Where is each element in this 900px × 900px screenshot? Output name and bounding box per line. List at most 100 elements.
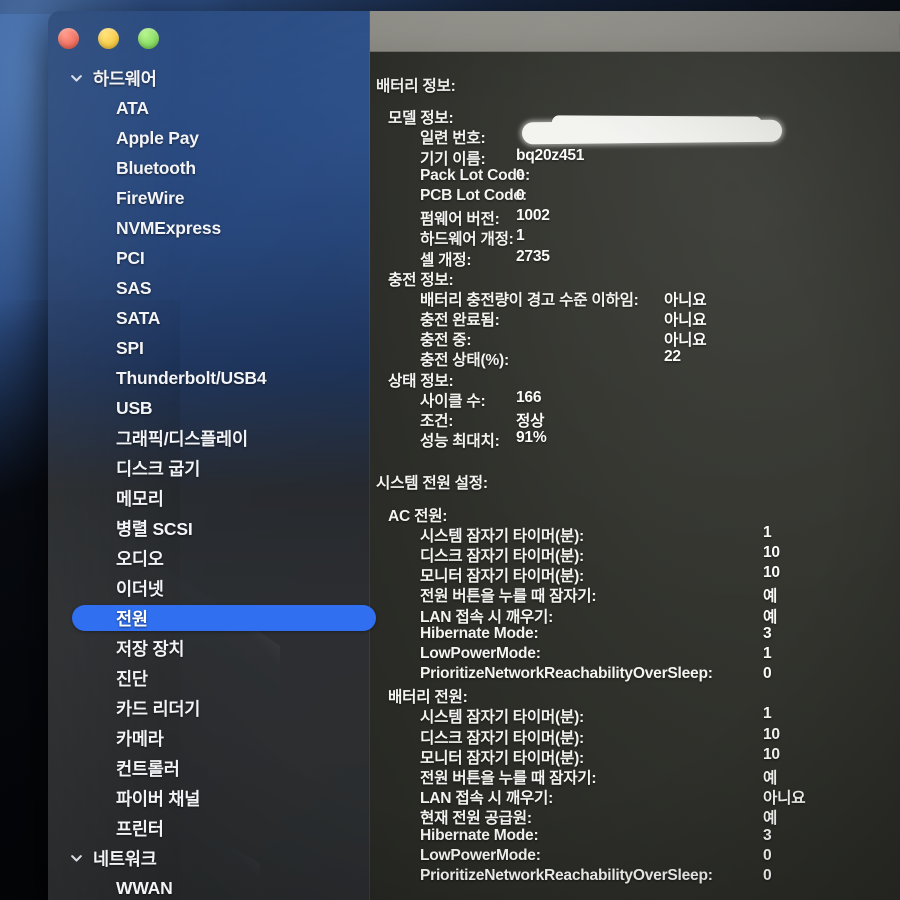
info-label: LowPowerMode: (420, 846, 541, 864)
close-button[interactable] (58, 28, 79, 49)
sidebar-item-label: USB (116, 397, 153, 418)
sidebar-item-메모리[interactable]: 메모리 (48, 483, 370, 513)
sidebar-item-bluetooth[interactable]: Bluetooth (48, 153, 370, 183)
info-row: 조건: 정상 (370, 409, 900, 430)
sidebar-item-label: SPI (116, 337, 144, 358)
info-row: 전원 버튼을 누를 때 잠자기: 예 (370, 584, 900, 606)
sidebar-item-label: ATA (116, 97, 149, 118)
info-value: 아니요 (664, 291, 707, 309)
sidebar-item-pci[interactable]: PCI (48, 243, 370, 273)
report-content: 배터리 정보: 모델 정보: 일련 번호: 기기 이름: bq20z451 Pack Lo… (370, 52, 900, 900)
sidebar-item-apple-pay[interactable]: Apple Pay (48, 123, 370, 153)
section-heading: 시스템 전원 설정: (376, 475, 488, 493)
info-row: LowPowerMode: 0 (370, 847, 900, 867)
chevron-down-icon[interactable] (70, 852, 83, 865)
sidebar-item-firewire[interactable]: FireWire (48, 183, 370, 213)
sidebar-item-label: 프린터 (116, 818, 164, 839)
info-label: 조건: (420, 413, 454, 430)
info-label: Hibernate Mode: (420, 826, 539, 844)
sidebar-item-label: 전원 (116, 608, 148, 629)
minimize-button[interactable] (98, 28, 119, 49)
info-value: 0 (516, 166, 525, 184)
info-label: 모니터 잠자기 타이머(분): (420, 568, 584, 586)
sidebar-item-label: 진단 (116, 668, 148, 689)
info-value: 22 (664, 348, 681, 366)
info-row: 셀 개정: 2735 (370, 248, 900, 269)
info-value: 1 (763, 523, 772, 541)
sidebar-item-오디오[interactable]: 오디오 (48, 543, 370, 573)
sidebar-item-카드-리더기[interactable]: 카드 리더기 (48, 693, 370, 723)
sidebar-item-spi[interactable]: SPI (48, 333, 370, 363)
info-value: 10 (763, 543, 780, 561)
info-label: 일련 번호: (420, 130, 486, 148)
sidebar-item-sas[interactable]: SAS (48, 273, 370, 303)
info-value: 0 (763, 846, 772, 864)
sidebar-item-usb[interactable]: USB (48, 393, 370, 423)
info-row: Pack Lot Code: 0 (370, 167, 900, 187)
info-value: 0 (516, 186, 525, 204)
info-row: 시스템 잠자기 타이머(분): 1 (370, 705, 900, 727)
sidebar-item-그래픽-디스플레이[interactable]: 그래픽/디스플레이 (48, 423, 370, 453)
info-row: LAN 접속 시 깨우기: 아니요 (370, 786, 900, 808)
info-value: 예 (763, 810, 778, 828)
sidebar-item-저장-장치[interactable]: 저장 장치 (48, 633, 370, 663)
sidebar-item-카메라[interactable]: 카메라 (48, 723, 370, 753)
info-row: 모니터 잠자기 타이머(분): 10 (370, 745, 900, 767)
info-row: LowPowerMode: 1 (370, 645, 900, 665)
sidebar-item-컨트롤러[interactable]: 컨트롤러 (48, 753, 370, 783)
health-info-heading: 상태 정보: (370, 369, 900, 390)
sidebar-item-wwan[interactable]: WWAN (48, 873, 370, 900)
info-value: 예 (763, 770, 778, 787)
sidebar-item-전원[interactable]: 전원 (48, 603, 376, 633)
charge-info-heading: 충전 정보: (370, 268, 900, 289)
sidebar-group-1[interactable]: 하드웨어 (48, 63, 370, 93)
sidebar-item-파이버-채널[interactable]: 파이버 채널 (48, 783, 370, 813)
sidebar-group-2[interactable]: 네트워크 (48, 843, 370, 873)
info-value: 예 (763, 608, 778, 626)
info-label: Pack Lot Code: (420, 166, 531, 184)
sidebar-item-sata[interactable]: SATA (48, 303, 370, 333)
sidebar-item-label: 컨트롤러 (116, 758, 180, 779)
info-row: LAN 접속 시 깨우기: 예 (370, 605, 900, 626)
sidebar-item-label: FireWire (116, 187, 185, 208)
info-row: 디스크 잠자기 타이머(분): 10 (370, 543, 900, 565)
info-value: 1 (763, 644, 772, 662)
section-heading: 배터리 정보: (376, 78, 456, 95)
sidebar-item-nvmexpress[interactable]: NVMExpress (48, 213, 370, 243)
info-value: 91% (516, 429, 547, 447)
system-information-window: 하드웨어 ATA Apple Pay Bluetooth FireWire NVMExpr… (48, 11, 900, 900)
maximize-button[interactable] (138, 28, 159, 49)
sidebar-item-진단[interactable]: 진단 (48, 663, 370, 693)
info-label: LAN 접속 시 깨우기: (420, 790, 554, 808)
info-value: 0 (763, 665, 772, 683)
sidebar-item-프린터[interactable]: 프린터 (48, 813, 370, 843)
info-row: Hibernate Mode: 3 (370, 625, 900, 645)
sidebar-group-label: 하드웨어 (93, 68, 157, 89)
sidebar-item-디스크-굽기[interactable]: 디스크 굽기 (48, 453, 370, 483)
sidebar-item-label: SATA (116, 307, 161, 328)
sidebar-item-병렬-scsi[interactable]: 병렬 SCSI (48, 513, 370, 543)
sidebar-item-label: 병렬 SCSI (116, 518, 193, 539)
info-row: 성능 최대치: 91% (370, 429, 900, 450)
sidebar-item-label: PCI (116, 247, 145, 268)
info-label: 전원 버튼을 누를 때 잠자기: (420, 770, 597, 787)
sidebar-tree: 하드웨어 ATA Apple Pay Bluetooth FireWire NVMExpr… (48, 63, 376, 900)
info-value: 10 (763, 745, 780, 763)
sidebar-item-thunderbolt-usb4[interactable]: Thunderbolt/USB4 (48, 363, 370, 393)
info-row: 펌웨어 버전: 1002 (370, 207, 900, 229)
chevron-down-icon[interactable] (70, 72, 83, 85)
info-label: 펌웨어 버전: (420, 211, 500, 229)
info-row: PrioritizeNetworkReachabilityOverSleep: 0 (370, 665, 900, 685)
sidebar-item-ata[interactable]: ATA (48, 93, 370, 123)
sidebar-item-label: Apple Pay (116, 127, 199, 148)
info-value: 정상 (516, 413, 545, 430)
info-row: 시스템 잠자기 타이머(분): 1 (370, 523, 900, 545)
sidebar-item-label: SAS (116, 277, 152, 298)
info-row: 일련 번호: (370, 120, 900, 148)
section-heading: 충전 정보: (388, 271, 454, 289)
sidebar-group-label: 네트워크 (93, 848, 157, 869)
info-label: 전원 버튼을 누를 때 잠자기: (420, 588, 597, 606)
info-label: 시스템 잠자기 타이머(분): (420, 709, 584, 727)
sidebar-item-이더넷[interactable]: 이더넷 (48, 573, 370, 603)
info-row: 모니터 잠자기 타이머(분): 10 (370, 564, 900, 586)
